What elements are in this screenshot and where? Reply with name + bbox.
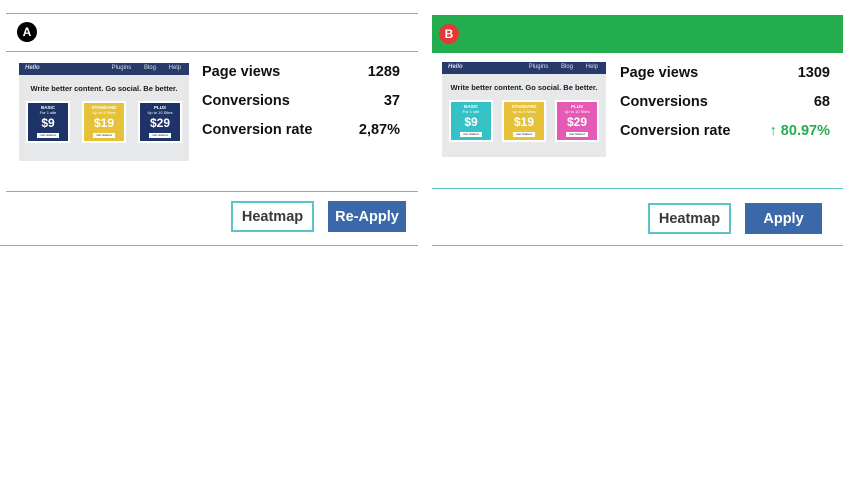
thumbnail-headline: Write better content. Go social. Be bett… bbox=[450, 83, 598, 92]
reapply-button[interactable]: Re-Apply bbox=[328, 201, 406, 232]
plan-sub: Up to 10 Sites bbox=[564, 109, 590, 114]
pricing-card-standard: STANDARD Up to 5 Sites $19 Get Started bbox=[502, 100, 546, 142]
thumbnail-nav-link: Plugins bbox=[111, 65, 132, 71]
stat-value: 1289 bbox=[367, 64, 400, 80]
plan-price: $19 bbox=[93, 116, 115, 130]
heatmap-button[interactable]: Heatmap bbox=[231, 201, 314, 232]
plan-sub: For 1 site bbox=[462, 109, 480, 114]
pricing-card-standard: STANDARD Up to 5 Sites $19 Get Started bbox=[82, 101, 126, 143]
stat-row-conversions: Conversions 37 bbox=[202, 91, 400, 120]
plan-price: $19 bbox=[513, 115, 535, 129]
pricing-card-plus: PLUS Up to 10 Sites $29 Get Started bbox=[138, 101, 182, 143]
stat-label: Conversions bbox=[620, 94, 708, 110]
plan-cta: Get Started bbox=[149, 133, 171, 138]
stat-row-page-views: Page views 1289 bbox=[202, 62, 400, 91]
stat-label: Conversion rate bbox=[620, 123, 731, 139]
plan-price: $29 bbox=[566, 115, 588, 129]
pricing-card-basic: BASIC For 1 site $9 Get Started bbox=[26, 101, 70, 143]
plan-cta: Get Started bbox=[37, 133, 59, 138]
stat-label: Conversion rate bbox=[202, 122, 313, 138]
divider bbox=[432, 188, 843, 189]
plan-sub: Up to 5 Sites bbox=[92, 110, 116, 115]
thumbnail-nav-link: Blog bbox=[143, 65, 156, 71]
variant-a-badge: A bbox=[17, 22, 37, 42]
plan-price: $9 bbox=[41, 116, 55, 130]
stat-value: 2,87% bbox=[358, 122, 400, 138]
variant-b-stats: Page views 1309 Conversions 68 Conversio… bbox=[620, 63, 830, 150]
variant-a-panel: A Hello Plugins Blog Help Write better c… bbox=[0, 0, 418, 250]
pricing-card-plus: PLUS Up to 10 Sites $29 Get Started bbox=[555, 100, 599, 142]
thumbnail-pricing-cards: BASIC For 1 site $9 Get Started STANDARD… bbox=[26, 101, 182, 143]
thumbnail-logo: Hello bbox=[25, 65, 40, 71]
heatmap-button[interactable]: Heatmap bbox=[648, 203, 731, 234]
thumbnail-pricing-cards: BASIC For 1 site $9 Get Started STANDARD… bbox=[449, 100, 599, 142]
stat-row-conversion-rate: Conversion rate ↑ 80.97% bbox=[620, 121, 830, 150]
pricing-card-basic: BASIC For 1 site $9 Get Started bbox=[449, 100, 493, 142]
thumbnail-headline: Write better content. Go social. Be bett… bbox=[30, 84, 178, 93]
thumbnail-nav-link: Help bbox=[168, 65, 181, 71]
plan-price: $29 bbox=[149, 116, 171, 130]
plan-cta: Get Started bbox=[513, 132, 535, 137]
variant-b-panel: B Hello Plugins Blog Help Write better c… bbox=[432, 0, 846, 250]
stat-label: Page views bbox=[620, 65, 699, 81]
variant-a-header: A bbox=[6, 13, 418, 52]
divider bbox=[6, 191, 418, 192]
thumbnail-nav: Hello Plugins Blog Help bbox=[442, 62, 606, 74]
thumbnail-nav-link: Blog bbox=[560, 64, 573, 70]
plan-cta: Get Started bbox=[460, 132, 482, 137]
plan-cta: Get Started bbox=[93, 133, 115, 138]
variant-a-stats: Page views 1289 Conversions 37 Conversio… bbox=[202, 62, 400, 149]
divider bbox=[432, 245, 843, 246]
apply-button[interactable]: Apply bbox=[745, 203, 822, 234]
stat-label: Page views bbox=[202, 64, 281, 80]
variant-b-page-thumbnail: Hello Plugins Blog Help Write better con… bbox=[442, 62, 606, 157]
thumbnail-nav-link: Help bbox=[585, 64, 598, 70]
stat-label: Conversions bbox=[202, 93, 290, 109]
stat-value: 68 bbox=[813, 94, 830, 110]
plan-sub: Up to 5 Sites bbox=[512, 109, 536, 114]
divider bbox=[0, 245, 418, 246]
plan-sub: Up to 10 Sites bbox=[147, 110, 173, 115]
stat-row-page-views: Page views 1309 bbox=[620, 63, 830, 92]
stat-row-conversion-rate: Conversion rate 2,87% bbox=[202, 120, 400, 149]
thumbnail-nav: Hello Plugins Blog Help bbox=[19, 63, 189, 75]
thumbnail-nav-link: Plugins bbox=[528, 64, 549, 70]
plan-cta: Get Started bbox=[566, 132, 588, 137]
thumbnail-logo: Hello bbox=[448, 64, 463, 70]
variant-b-header: B bbox=[432, 15, 843, 53]
stat-value: 1309 bbox=[797, 65, 830, 81]
stat-row-conversions: Conversions 68 bbox=[620, 92, 830, 121]
stat-value: ↑ 80.97% bbox=[769, 123, 830, 139]
stat-value: 37 bbox=[383, 93, 400, 109]
variant-b-badge: B bbox=[439, 24, 459, 44]
plan-price: $9 bbox=[464, 115, 478, 129]
plan-sub: For 1 site bbox=[39, 110, 57, 115]
variant-a-page-thumbnail: Hello Plugins Blog Help Write better con… bbox=[19, 63, 189, 161]
